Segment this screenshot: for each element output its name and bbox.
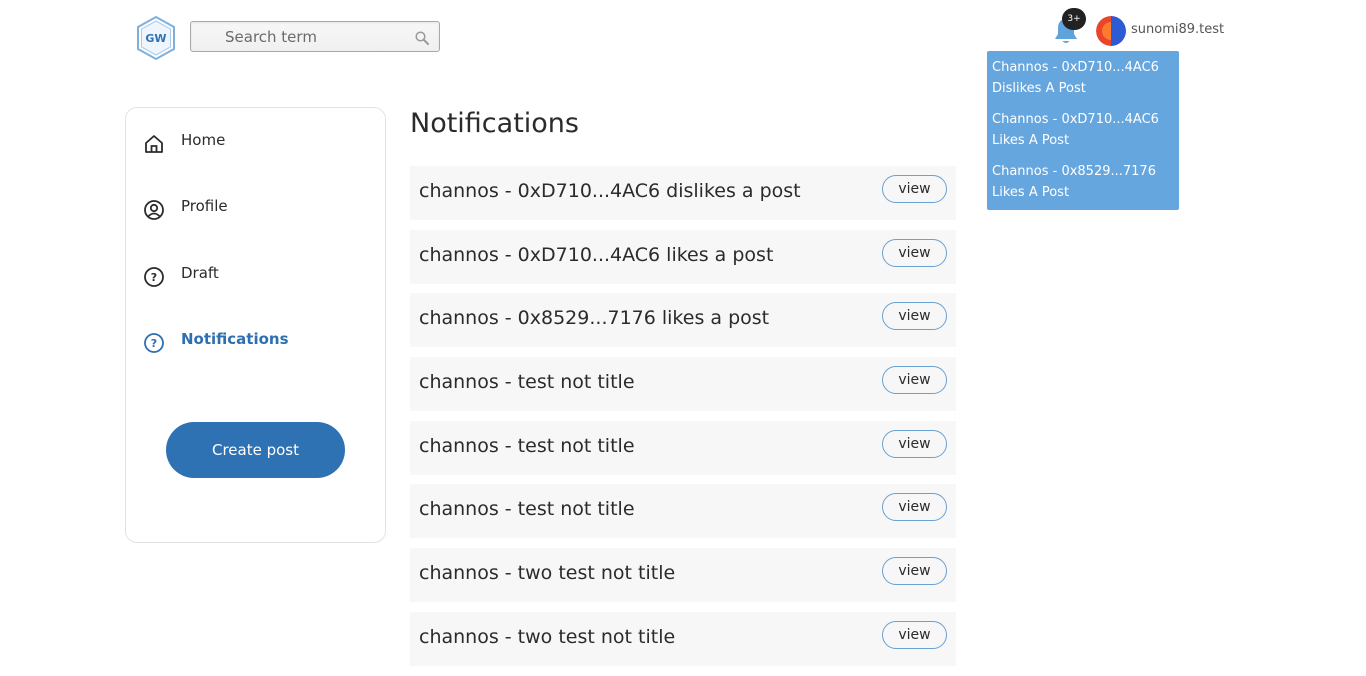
- user-circle-icon: [144, 200, 164, 220]
- view-button[interactable]: view: [882, 429, 947, 458]
- avatar[interactable]: [1096, 16, 1126, 46]
- notification-text: channos - test not title: [419, 434, 635, 457]
- notification-row: channos - 0xD710...4AC6 likes a post vie…: [410, 229, 956, 284]
- app-logo[interactable]: GW: [135, 15, 177, 61]
- notification-text: channos - 0x8529...7176 likes a post: [419, 307, 770, 330]
- view-button[interactable]: view: [882, 175, 947, 203]
- dropdown-item-title: Channos - 0x8529...7176: [992, 164, 1156, 179]
- logo-icon: GW: [137, 15, 175, 61]
- sidebar-item-profile[interactable]: Profile: [143, 194, 373, 224]
- notification-count-badge[interactable]: 3+: [1062, 8, 1086, 30]
- dropdown-item-title: Channos - 0xD710...4AC6: [992, 112, 1159, 127]
- page-title: Notifications: [410, 108, 579, 139]
- notification-row: channos - 0x8529...7176 likes a post vie…: [410, 293, 956, 348]
- notification-row: channos - two test not title view: [410, 548, 956, 603]
- create-post-button[interactable]: Create post: [166, 422, 345, 478]
- notification-row: channos - test not title view: [410, 420, 956, 475]
- svg-text:?: ?: [151, 271, 157, 284]
- dropdown-item-action: Likes A Post: [992, 185, 1070, 200]
- sidebar-item-notifications[interactable]: ? Notifications: [143, 327, 373, 357]
- question-circle-icon: ?: [144, 333, 164, 353]
- search-box[interactable]: [190, 21, 440, 52]
- question-circle-icon: ?: [144, 267, 164, 287]
- view-button[interactable]: view: [882, 302, 947, 331]
- avatar-icon: [1096, 16, 1126, 46]
- search-input[interactable]: [191, 22, 439, 51]
- sidebar-item-label: Draft: [181, 264, 219, 282]
- dropdown-item[interactable]: Channos - 0xD710...4AC6 Dislikes A Post: [992, 57, 1174, 99]
- notification-text: channos - two test not title: [419, 562, 676, 585]
- notification-row: channos - test not title view: [410, 484, 956, 539]
- notification-text: channos - 0xD710...4AC6 likes a post: [419, 243, 774, 266]
- sidebar-item-home[interactable]: Home: [143, 128, 373, 158]
- sidebar: Home Profile ? Draft ? Notifications Cre…: [125, 107, 386, 543]
- sidebar-item-label: Notifications: [181, 330, 289, 348]
- view-button[interactable]: view: [882, 493, 947, 522]
- home-icon: [145, 135, 163, 153]
- dropdown-item-action: Likes A Post: [992, 133, 1070, 148]
- notification-text: channos - test not title: [419, 371, 635, 394]
- dropdown-item-title: Channos - 0xD710...4AC6: [992, 60, 1159, 75]
- svg-text:GW: GW: [145, 32, 166, 45]
- sidebar-item-label: Home: [181, 131, 226, 149]
- notification-row: channos - test not title view: [410, 357, 956, 412]
- sidebar-item-label: Profile: [181, 197, 228, 215]
- username[interactable]: sunomi89.test: [1131, 22, 1224, 37]
- notification-text: channos - two test not title: [419, 625, 676, 648]
- dropdown-item-action: Dislikes A Post: [992, 81, 1086, 96]
- search-icon[interactable]: [414, 30, 430, 46]
- sidebar-item-draft[interactable]: ? Draft: [143, 261, 373, 291]
- notification-list: channos - 0xD710...4AC6 dislikes a post …: [410, 166, 956, 676]
- dropdown-item[interactable]: Channos - 0xD710...4AC6 Likes A Post: [992, 109, 1174, 151]
- view-button[interactable]: view: [882, 557, 947, 586]
- notifications-dropdown: Channos - 0xD710...4AC6 Dislikes A Post …: [987, 51, 1179, 210]
- notification-row: channos - two test not title view: [410, 611, 956, 666]
- svg-text:?: ?: [151, 337, 157, 350]
- notification-text: channos - test not title: [419, 498, 635, 521]
- view-button[interactable]: view: [882, 238, 947, 267]
- notification-row: channos - 0xD710...4AC6 dislikes a post …: [410, 166, 956, 220]
- view-button[interactable]: view: [882, 620, 947, 649]
- notification-text: channos - 0xD710...4AC6 dislikes a post: [419, 180, 801, 202]
- view-button[interactable]: view: [882, 366, 947, 395]
- dropdown-item[interactable]: Channos - 0x8529...7176 Likes A Post: [992, 161, 1174, 203]
